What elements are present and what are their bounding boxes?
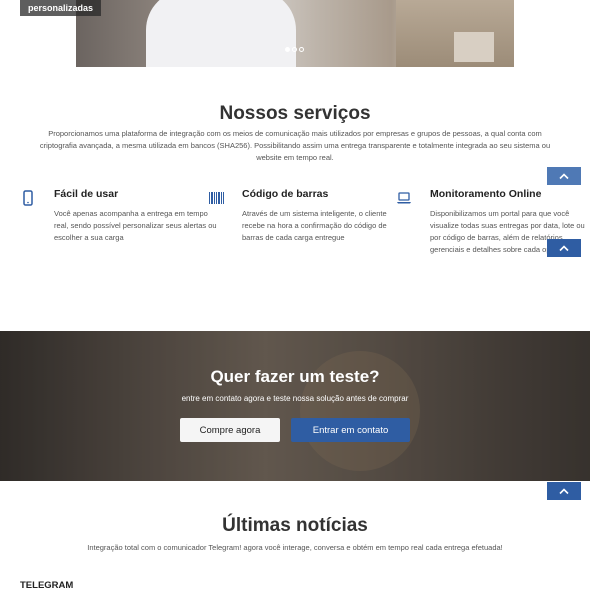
hero-slider: personalizadas	[0, 0, 590, 67]
back-to-top-button[interactable]	[547, 482, 581, 500]
back-to-top-button[interactable]	[547, 239, 581, 257]
hero-caption: personalizadas	[20, 0, 102, 16]
chevron-up-icon	[559, 488, 569, 495]
hero-image	[76, 0, 514, 67]
services-intro: Proporcionamos uma plataforma de integra…	[39, 129, 551, 162]
slider-dot-1[interactable]	[285, 47, 290, 52]
feature-text: Através de um sistema inteligente, o cli…	[242, 209, 387, 242]
back-to-top-button[interactable]	[547, 167, 581, 185]
slider-dot-2[interactable]	[292, 47, 297, 52]
feature-text: Você apenas acompanha a entrega em tempo…	[54, 209, 217, 242]
cta-overlay	[0, 331, 590, 481]
news-subtitle: Integração total com o comunicador Teleg…	[87, 543, 503, 552]
chevron-up-icon	[559, 173, 569, 180]
news-item-title[interactable]: TELEGRAM	[20, 580, 73, 590]
feature-easy-to-use: Fácil de usar Você apenas acompanha a en…	[23, 188, 219, 244]
contact-button[interactable]: Entrar em contato	[291, 418, 410, 442]
feature-barcode: Código de barras Através de um sistema i…	[209, 188, 407, 244]
hero-box	[454, 32, 494, 62]
mobile-phone-icon	[23, 190, 33, 206]
feature-title: Monitoramento Online	[430, 188, 542, 200]
feature-title: Código de barras	[242, 188, 329, 200]
chevron-up-icon	[559, 245, 569, 252]
feature-title: Fácil de usar	[54, 188, 119, 200]
hero-person-figure	[146, 0, 296, 67]
slider-dots	[285, 47, 304, 52]
services-title: Nossos serviços	[219, 103, 371, 124]
barcode-icon	[209, 192, 224, 204]
news-title: Últimas notícias	[222, 515, 368, 536]
cta-section: Quer fazer um teste? entre em contato ag…	[0, 331, 590, 481]
buy-now-button[interactable]: Compre agora	[180, 418, 280, 442]
slider-dot-3[interactable]	[299, 47, 304, 52]
cta-title: Quer fazer um teste?	[210, 367, 380, 386]
laptop-icon	[397, 192, 411, 204]
cta-subtitle: entre em contato agora e teste nossa sol…	[181, 394, 409, 403]
